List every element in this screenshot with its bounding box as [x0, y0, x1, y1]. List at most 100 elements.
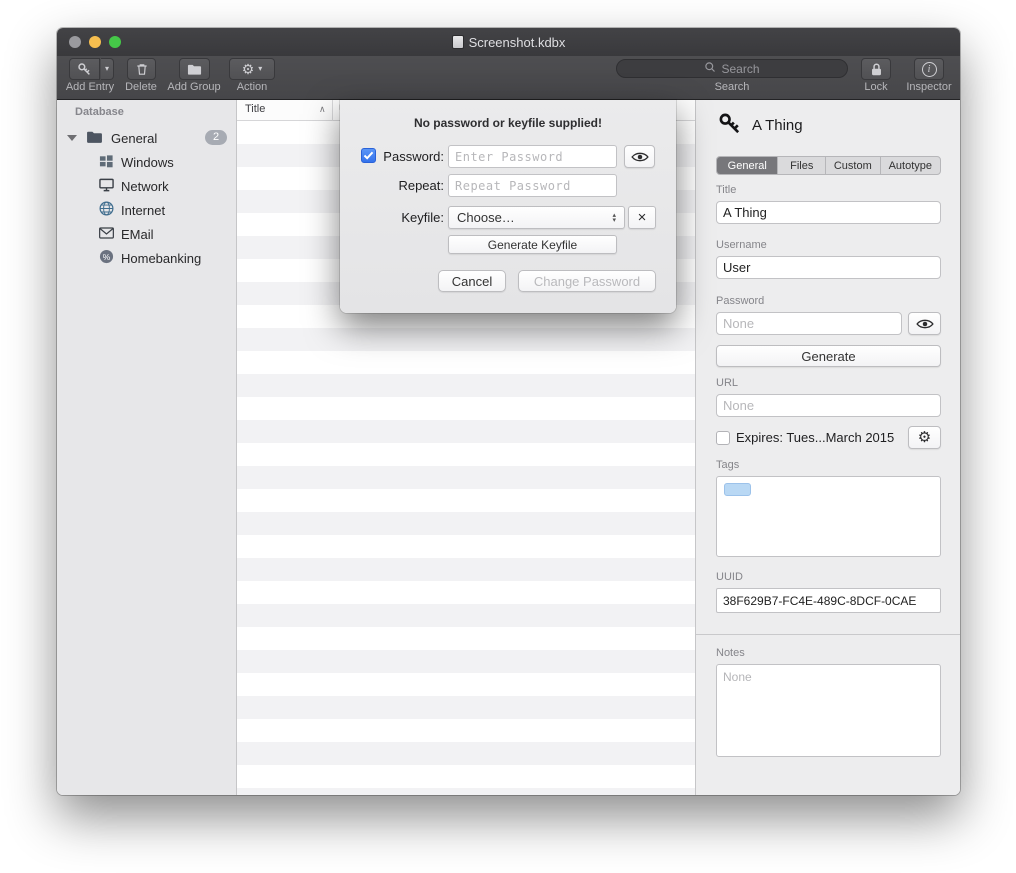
keyfile-popup-value: Choose…	[457, 210, 612, 225]
password-field[interactable]	[716, 312, 902, 335]
tab-autotype[interactable]: Autotype	[881, 157, 940, 174]
close-button[interactable]	[69, 36, 81, 48]
inspector-tabs: General Files Custom Autotype	[716, 156, 941, 175]
column-header-title[interactable]: Title	[245, 103, 265, 115]
entry-count-badge: 2	[205, 130, 227, 145]
close-x-icon: ×	[638, 209, 647, 226]
windows-icon	[99, 154, 114, 171]
expires-label: Expires: Tues...March 2015	[736, 430, 894, 445]
sidebar-item-homebanking[interactable]: % Homebanking	[57, 246, 236, 270]
inspector-label: Inspector	[894, 81, 960, 93]
sidebar-item-windows[interactable]: Windows	[57, 150, 236, 174]
sort-ascending-icon: ∧	[319, 104, 326, 115]
change-password-button-label: Change Password	[534, 274, 640, 289]
sidebar-item-label: Homebanking	[121, 251, 201, 266]
expires-settings-button[interactable]: ⚙	[908, 426, 941, 449]
svg-text:%: %	[103, 252, 111, 262]
delete-button[interactable]	[127, 58, 156, 80]
lock-button[interactable]	[861, 58, 891, 80]
column-divider[interactable]	[332, 100, 333, 121]
search-placeholder: Search	[721, 62, 759, 76]
sidebar-item-network[interactable]: Network	[57, 174, 236, 198]
chevron-down-icon: ▾	[258, 65, 262, 73]
action-label: Action	[229, 81, 275, 93]
action-button[interactable]: ⚙ ▾	[229, 58, 275, 80]
folder-plus-icon	[187, 63, 202, 76]
key-icon	[718, 112, 742, 141]
search-input[interactable]: Search	[616, 59, 848, 78]
window-title: Screenshot.kdbx	[469, 35, 566, 50]
sidebar-item-label: EMail	[121, 227, 154, 242]
username-field[interactable]	[716, 256, 941, 279]
add-group-label: Add Group	[161, 81, 227, 93]
search-icon	[704, 61, 716, 76]
tab-custom[interactable]: Custom	[826, 157, 881, 174]
tag-chip[interactable]	[724, 483, 751, 496]
generate-keyfile-label: Generate Keyfile	[488, 238, 577, 252]
sidebar-item-label: General	[111, 131, 157, 146]
change-password-dialog: No password or keyfile supplied! Passwor…	[340, 100, 676, 313]
password-enabled-checkbox[interactable]	[361, 148, 376, 163]
tags-field-label: Tags	[716, 459, 739, 471]
popup-stepper-icon: ▴▾	[612, 213, 616, 223]
username-field-label: Username	[716, 239, 767, 251]
uuid-field[interactable]	[716, 588, 941, 613]
document-icon	[452, 35, 464, 49]
dialog-repeat-input[interactable]	[448, 174, 617, 197]
add-entry-dropdown-button[interactable]: ▾	[101, 58, 114, 80]
sidebar-item-internet[interactable]: Internet	[57, 198, 236, 222]
change-password-button[interactable]: Change Password	[518, 270, 656, 292]
sidebar-item-email[interactable]: EMail	[57, 222, 236, 246]
title-field[interactable]	[716, 201, 941, 224]
dialog-password-input[interactable]	[448, 145, 617, 168]
sidebar-section-header: Database	[75, 106, 124, 118]
dialog-reveal-password-button[interactable]	[624, 145, 655, 168]
dialog-password-label: Password:	[378, 149, 444, 164]
envelope-icon	[99, 227, 114, 242]
tags-box[interactable]	[716, 476, 941, 557]
coin-percent-icon: %	[99, 249, 114, 267]
tab-files[interactable]: Files	[778, 157, 826, 174]
cancel-button[interactable]: Cancel	[438, 270, 506, 292]
sidebar-item-label: Network	[121, 179, 169, 194]
chevron-down-icon: ▾	[105, 65, 109, 73]
url-field-label: URL	[716, 377, 738, 389]
eye-icon	[631, 151, 649, 163]
url-field[interactable]	[716, 394, 941, 417]
lock-icon	[870, 62, 883, 77]
disclosure-triangle-icon[interactable]	[67, 135, 77, 141]
clear-keyfile-button[interactable]: ×	[628, 206, 656, 229]
dialog-message: No password or keyfile supplied!	[340, 116, 676, 130]
check-icon	[363, 147, 374, 165]
trash-icon	[135, 62, 149, 77]
sidebar: Database General 2 Windows Network	[57, 100, 237, 795]
app-window: Screenshot.kdbx ▾ Add Entry Delete Add G…	[57, 28, 960, 795]
expires-checkbox[interactable]	[716, 431, 730, 445]
notes-field[interactable]	[716, 664, 941, 757]
search-label: Search	[702, 81, 762, 93]
inspector-panel: A Thing General Files Custom Autotype Ti…	[695, 100, 960, 795]
eye-icon	[916, 318, 934, 330]
panel-divider	[696, 634, 960, 635]
cancel-button-label: Cancel	[452, 274, 492, 289]
entry-title: A Thing	[752, 117, 803, 134]
sidebar-item-label: Internet	[121, 203, 165, 218]
generate-button-label: Generate	[801, 349, 855, 364]
add-group-button[interactable]	[179, 58, 210, 80]
generate-password-button[interactable]: Generate	[716, 345, 941, 367]
password-field-label: Password	[716, 295, 764, 307]
folder-icon	[86, 130, 103, 147]
globe-icon	[99, 201, 114, 219]
keyfile-popup-button[interactable]: Choose… ▴▾	[448, 206, 625, 229]
sidebar-item-general[interactable]: General 2	[57, 126, 236, 150]
zoom-button[interactable]	[109, 36, 121, 48]
tab-general[interactable]: General	[717, 157, 778, 174]
info-icon: i	[922, 62, 937, 77]
add-entry-button[interactable]	[69, 58, 100, 80]
generate-keyfile-button[interactable]: Generate Keyfile	[448, 235, 617, 254]
reveal-password-button[interactable]	[908, 312, 941, 335]
inspector-button[interactable]: i	[914, 58, 944, 80]
title-field-label: Title	[716, 184, 736, 196]
titlebar[interactable]: Screenshot.kdbx	[57, 28, 960, 56]
minimize-button[interactable]	[89, 36, 101, 48]
